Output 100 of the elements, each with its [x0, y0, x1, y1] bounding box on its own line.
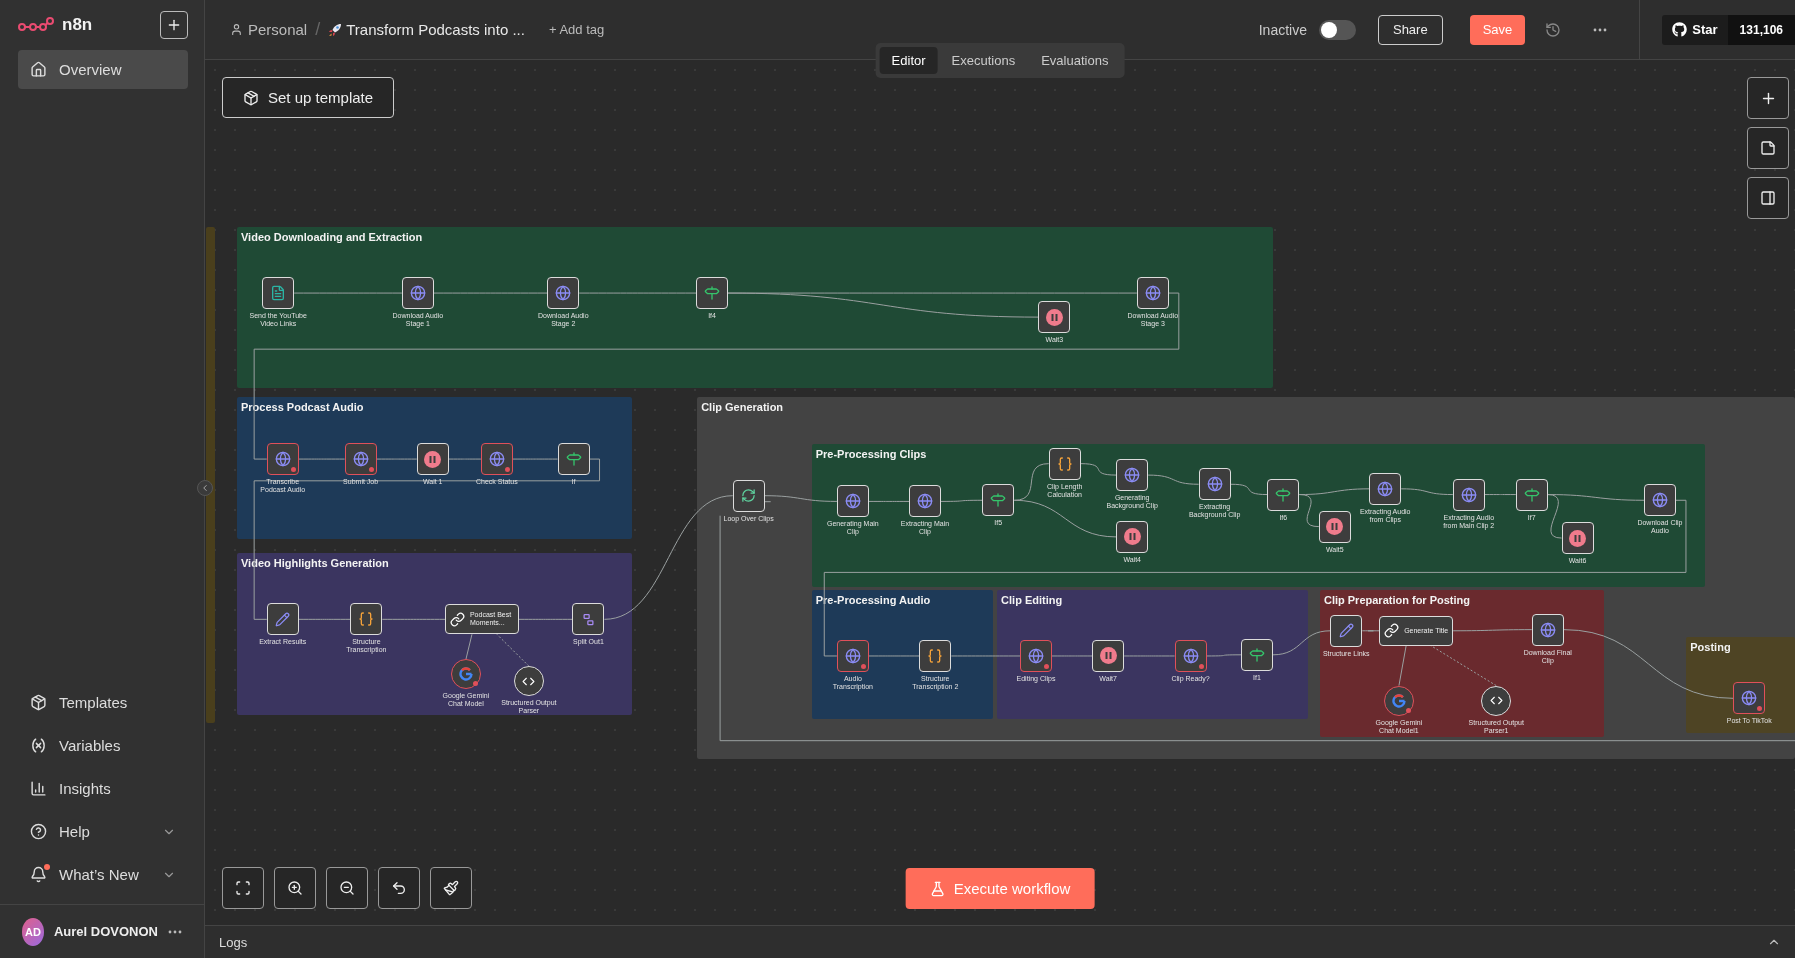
connector-line: [496, 633, 530, 667]
signpost-icon: [990, 492, 1007, 509]
workflow-node[interactable]: [266, 443, 299, 476]
braces-icon: [927, 647, 944, 664]
error-dot: [1044, 663, 1050, 669]
connector-line: [1230, 483, 1268, 496]
view-tab[interactable]: Executions: [939, 47, 1028, 74]
error-dot: [860, 663, 866, 669]
workflow-node[interactable]: [1020, 639, 1053, 672]
panel-button[interactable]: [1747, 177, 1789, 219]
connector-line: [1484, 494, 1517, 496]
project-link[interactable]: Personal: [230, 21, 308, 38]
connector-line: [1147, 474, 1200, 485]
workflow-title[interactable]: Transform Podcasts into ...: [346, 21, 525, 38]
setup-template-button[interactable]: Set up template: [222, 77, 395, 118]
google-logo-icon: [1391, 693, 1406, 708]
pause-icon: [1099, 647, 1117, 665]
rocket-icon: [328, 22, 343, 37]
group-title: Posting: [1690, 640, 1731, 653]
add-node-button[interactable]: [1747, 77, 1789, 119]
history-icon: [1545, 21, 1562, 38]
share-button[interactable]: Share: [1377, 14, 1443, 45]
panel-icon: [1760, 190, 1776, 206]
github-star-button[interactable]: Star: [1662, 14, 1728, 45]
package-icon: [30, 694, 47, 711]
link-icon: [449, 611, 465, 627]
group-title: Process Podcast Audio: [240, 401, 364, 414]
nav-item[interactable]: Overview: [18, 50, 188, 89]
chart-icon: [30, 780, 47, 797]
globe-icon: [488, 451, 505, 468]
fit-view-button[interactable]: [222, 867, 264, 909]
globe-icon: [1539, 621, 1556, 638]
globe-icon: [352, 451, 369, 468]
error-dot: [368, 467, 374, 473]
add-tag-link[interactable]: + Add tag: [548, 22, 605, 37]
nav-item[interactable]: Templates: [18, 683, 188, 722]
globe-icon: [844, 647, 861, 664]
help-icon: [30, 823, 47, 840]
signpost-icon: [1275, 486, 1292, 503]
group-title: Clip Editing: [1001, 593, 1063, 606]
connector-line: [1080, 463, 1117, 476]
sticky-note-button[interactable]: [1747, 127, 1789, 169]
workflow-node[interactable]: [1733, 682, 1766, 715]
zoom-in-button[interactable]: [274, 867, 316, 909]
user-avatar[interactable]: AD: [22, 917, 44, 946]
google-logo-icon: [458, 667, 473, 682]
globe-icon: [1028, 647, 1045, 664]
flask-icon: [929, 880, 946, 897]
logo-icon: [18, 17, 54, 33]
connector-line: [465, 633, 473, 660]
globe-icon: [1741, 690, 1758, 707]
pause-icon: [1569, 529, 1587, 547]
workflow-node[interactable]: [480, 443, 513, 476]
nav-item[interactable]: Help: [18, 812, 188, 851]
braces-icon: [358, 611, 375, 628]
package-icon: [243, 89, 259, 106]
github-icon: [1672, 22, 1688, 37]
undo-button[interactable]: [378, 867, 420, 909]
tidy-up-button[interactable]: [430, 867, 472, 909]
signpost-icon: [1523, 486, 1540, 503]
history-button[interactable]: [1545, 21, 1562, 38]
pause-icon: [1123, 528, 1141, 546]
pause-icon: [424, 450, 442, 468]
zoom-out-button[interactable]: [326, 867, 368, 909]
active-toggle[interactable]: [1318, 19, 1356, 40]
globe-icon: [1124, 467, 1141, 484]
signpost-icon: [704, 285, 721, 302]
group-title: Clip Preparation for Posting: [1323, 593, 1471, 606]
nav-item[interactable]: What’s New: [18, 855, 188, 894]
workflow-node[interactable]: [344, 443, 377, 476]
star-count: 131,106: [1727, 14, 1795, 45]
error-dot: [1405, 707, 1411, 713]
globe-icon: [409, 285, 426, 302]
nav-item[interactable]: Insights: [18, 769, 188, 808]
link-icon: [1384, 623, 1400, 639]
globe-icon: [1206, 476, 1223, 493]
sticky-note-icon: [1760, 140, 1776, 156]
refresh-icon: [741, 488, 757, 504]
add-button[interactable]: [160, 11, 188, 39]
view-tab[interactable]: Editor: [879, 47, 938, 74]
more-button[interactable]: [168, 929, 182, 934]
more-icon: [1593, 27, 1608, 32]
pencil-icon: [275, 611, 291, 627]
globe-icon: [917, 493, 933, 510]
globe-icon: [274, 451, 291, 468]
globe-icon: [1144, 285, 1161, 302]
globe-icon: [1651, 492, 1668, 509]
braces-icon: [1056, 455, 1073, 472]
globe-icon: [1377, 480, 1394, 497]
group-title: Video Highlights Generation: [240, 556, 389, 569]
pause-icon: [1045, 308, 1063, 326]
error-dot: [290, 467, 296, 473]
nav-item[interactable]: Variables: [18, 726, 188, 765]
more-button[interactable]: [1593, 27, 1608, 32]
error-dot: [472, 681, 478, 687]
globe-icon: [555, 285, 572, 302]
view-tab[interactable]: Evaluations: [1029, 47, 1121, 74]
user-icon: [230, 23, 243, 36]
logs-bar[interactable]: Logs: [205, 925, 1795, 958]
breadcrumb-separator: /: [315, 19, 321, 40]
